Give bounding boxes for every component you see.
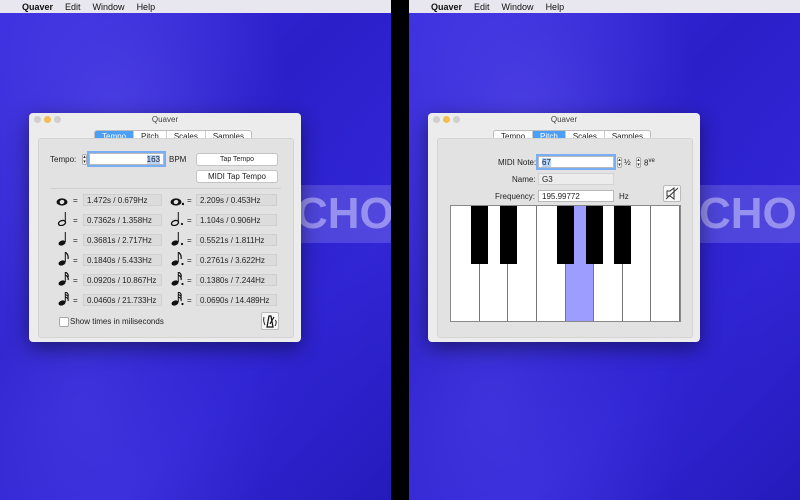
tap-tempo-button[interactable]: Tap Tempo — [196, 153, 278, 166]
left-desktop: Quaver Edit Window Help CHO Quaver Tempo… — [0, 0, 391, 500]
tempo-panel: Tempo: ▴ ▾ 163 BPM Tap Tempo MIDI Tap Tem… — [38, 138, 294, 338]
note-duration-value: 0.0460s / 21.733Hz — [83, 294, 162, 306]
half-note-icon — [57, 212, 67, 226]
menu-window[interactable]: Window — [502, 2, 534, 12]
bpm-label: BPM — [169, 155, 187, 164]
window-controls — [34, 116, 61, 123]
dotted-quarter-note-icon — [171, 232, 184, 246]
dotted-thirtysecond-note-icon — [171, 292, 184, 306]
half-step-label: ½ — [624, 158, 631, 167]
menu-window[interactable]: Window — [93, 2, 125, 12]
mute-button[interactable] — [663, 185, 681, 202]
menu-help[interactable]: Help — [546, 2, 565, 12]
dotted-note-duration-value: 0.5521s / 1.811Hz — [196, 234, 277, 246]
dotted-note-duration-value: 0.2761s / 3.622Hz — [196, 254, 277, 266]
close-window-button[interactable] — [433, 116, 440, 123]
dotted-whole-note-icon — [170, 198, 184, 206]
note-duration-value: 0.0920s / 10.867Hz — [83, 274, 162, 286]
tempo-label: Tempo: — [50, 155, 77, 164]
minimize-window-button[interactable] — [44, 116, 51, 123]
equals-sign: = — [73, 256, 78, 265]
menu-app-name[interactable]: Quaver — [431, 2, 462, 12]
sixteenth-note-icon — [58, 272, 69, 286]
metronome-button[interactable] — [261, 312, 279, 330]
tempo-stepper[interactable]: ▴ ▾ — [82, 154, 87, 165]
equals-sign: = — [73, 196, 78, 205]
desktop-watermark: CHO — [290, 185, 391, 243]
pitch-window: Quaver Tempo Pitch Scales Samples MIDI N… — [428, 113, 700, 342]
dotted-note-duration-value: 1.104s / 0.906Hz — [196, 214, 277, 226]
piano-black-key[interactable] — [585, 206, 603, 264]
piano-white-key[interactable] — [651, 206, 680, 321]
metronome-icon — [263, 315, 277, 328]
zoom-window-button[interactable] — [453, 116, 460, 123]
dotted-note-duration-value: 0.1380s / 7.244Hz — [196, 274, 277, 286]
menu-app-name[interactable]: Quaver — [22, 2, 53, 12]
dotted-note-duration-value: 2.209s / 0.453Hz — [196, 194, 277, 206]
equals-sign: = — [73, 236, 78, 245]
whole-note-icon — [56, 198, 68, 206]
frequency-input[interactable]: 195.99772 — [538, 190, 614, 202]
window-title: Quaver — [550, 115, 578, 124]
note-duration-value: 1.472s / 0.679Hz — [83, 194, 162, 206]
equals-sign: = — [187, 236, 192, 245]
right-desktop: Quaver Edit Window Help CHO Quaver Tempo… — [409, 0, 800, 500]
piano-keyboard — [450, 205, 681, 322]
zoom-window-button[interactable] — [54, 116, 61, 123]
frequency-label: Frequency: — [495, 192, 536, 201]
note-duration-value: 0.1840s / 5.433Hz — [83, 254, 162, 266]
equals-sign: = — [73, 296, 78, 305]
midi-tap-tempo-button[interactable]: MIDI Tap Tempo — [196, 170, 278, 183]
equals-sign: = — [73, 216, 78, 225]
equals-sign: = — [187, 216, 192, 225]
midi-note-value: 67 — [542, 158, 551, 167]
speaker-muted-icon — [665, 187, 679, 200]
name-label: Name: — [512, 175, 536, 184]
hz-label: Hz — [619, 192, 629, 201]
octave-superscript: ve — [648, 158, 655, 164]
equals-sign: = — [187, 256, 192, 265]
minimize-window-button[interactable] — [443, 116, 450, 123]
dotted-eighth-note-icon — [171, 252, 184, 266]
show-ms-label: Show times in miliseconds — [70, 317, 164, 326]
dotted-half-note-icon — [170, 212, 184, 226]
note-duration-value: 0.3681s / 2.717Hz — [83, 234, 162, 246]
window-titlebar: Quaver — [428, 113, 700, 127]
octave-label: 8ve — [644, 158, 655, 168]
equals-sign: = — [73, 276, 78, 285]
piano-black-key[interactable] — [499, 206, 517, 264]
tempo-window: Quaver Tempo Pitch Scales Samples Tempo:… — [29, 113, 301, 342]
equals-sign: = — [187, 296, 192, 305]
quarter-note-icon — [58, 232, 66, 246]
midi-note-input[interactable]: 67 — [536, 154, 616, 170]
piano-black-key[interactable] — [614, 206, 632, 264]
octave-stepper[interactable]: ▴ ▾ — [636, 157, 641, 168]
equals-sign: = — [187, 196, 192, 205]
piano-black-key[interactable] — [471, 206, 489, 264]
pitch-panel: MIDI Note: 67 ▴ ▾ ½ ▴ ▾ 8ve Name: G3 Frequ… — [437, 138, 693, 338]
eighth-note-icon — [58, 252, 69, 266]
note-name-field: G3 — [538, 173, 614, 185]
menu-help[interactable]: Help — [137, 2, 156, 12]
piano-black-key[interactable] — [556, 206, 575, 264]
note-duration-value: 0.7362s / 1.358Hz — [83, 214, 162, 226]
close-window-button[interactable] — [34, 116, 41, 123]
separator — [51, 188, 281, 189]
menu-edit[interactable]: Edit — [65, 2, 81, 12]
window-titlebar: Quaver — [29, 113, 301, 127]
semitone-stepper[interactable]: ▴ ▾ — [617, 157, 622, 168]
menu-bar: Quaver Edit Window Help — [0, 0, 391, 13]
tempo-input[interactable]: 163 — [87, 151, 166, 167]
window-title: Quaver — [151, 115, 179, 124]
midi-note-label: MIDI Note: — [498, 158, 537, 167]
show-ms-checkbox[interactable] — [59, 317, 69, 327]
equals-sign: = — [187, 276, 192, 285]
dotted-sixteenth-note-icon — [171, 272, 184, 286]
thirtysecond-note-icon — [58, 292, 69, 306]
tempo-value: 163 — [146, 155, 160, 164]
menu-bar: Quaver Edit Window Help — [409, 0, 800, 13]
menu-edit[interactable]: Edit — [474, 2, 490, 12]
window-controls — [433, 116, 460, 123]
dotted-note-duration-value: 0.0690s / 14.489Hz — [196, 294, 277, 306]
